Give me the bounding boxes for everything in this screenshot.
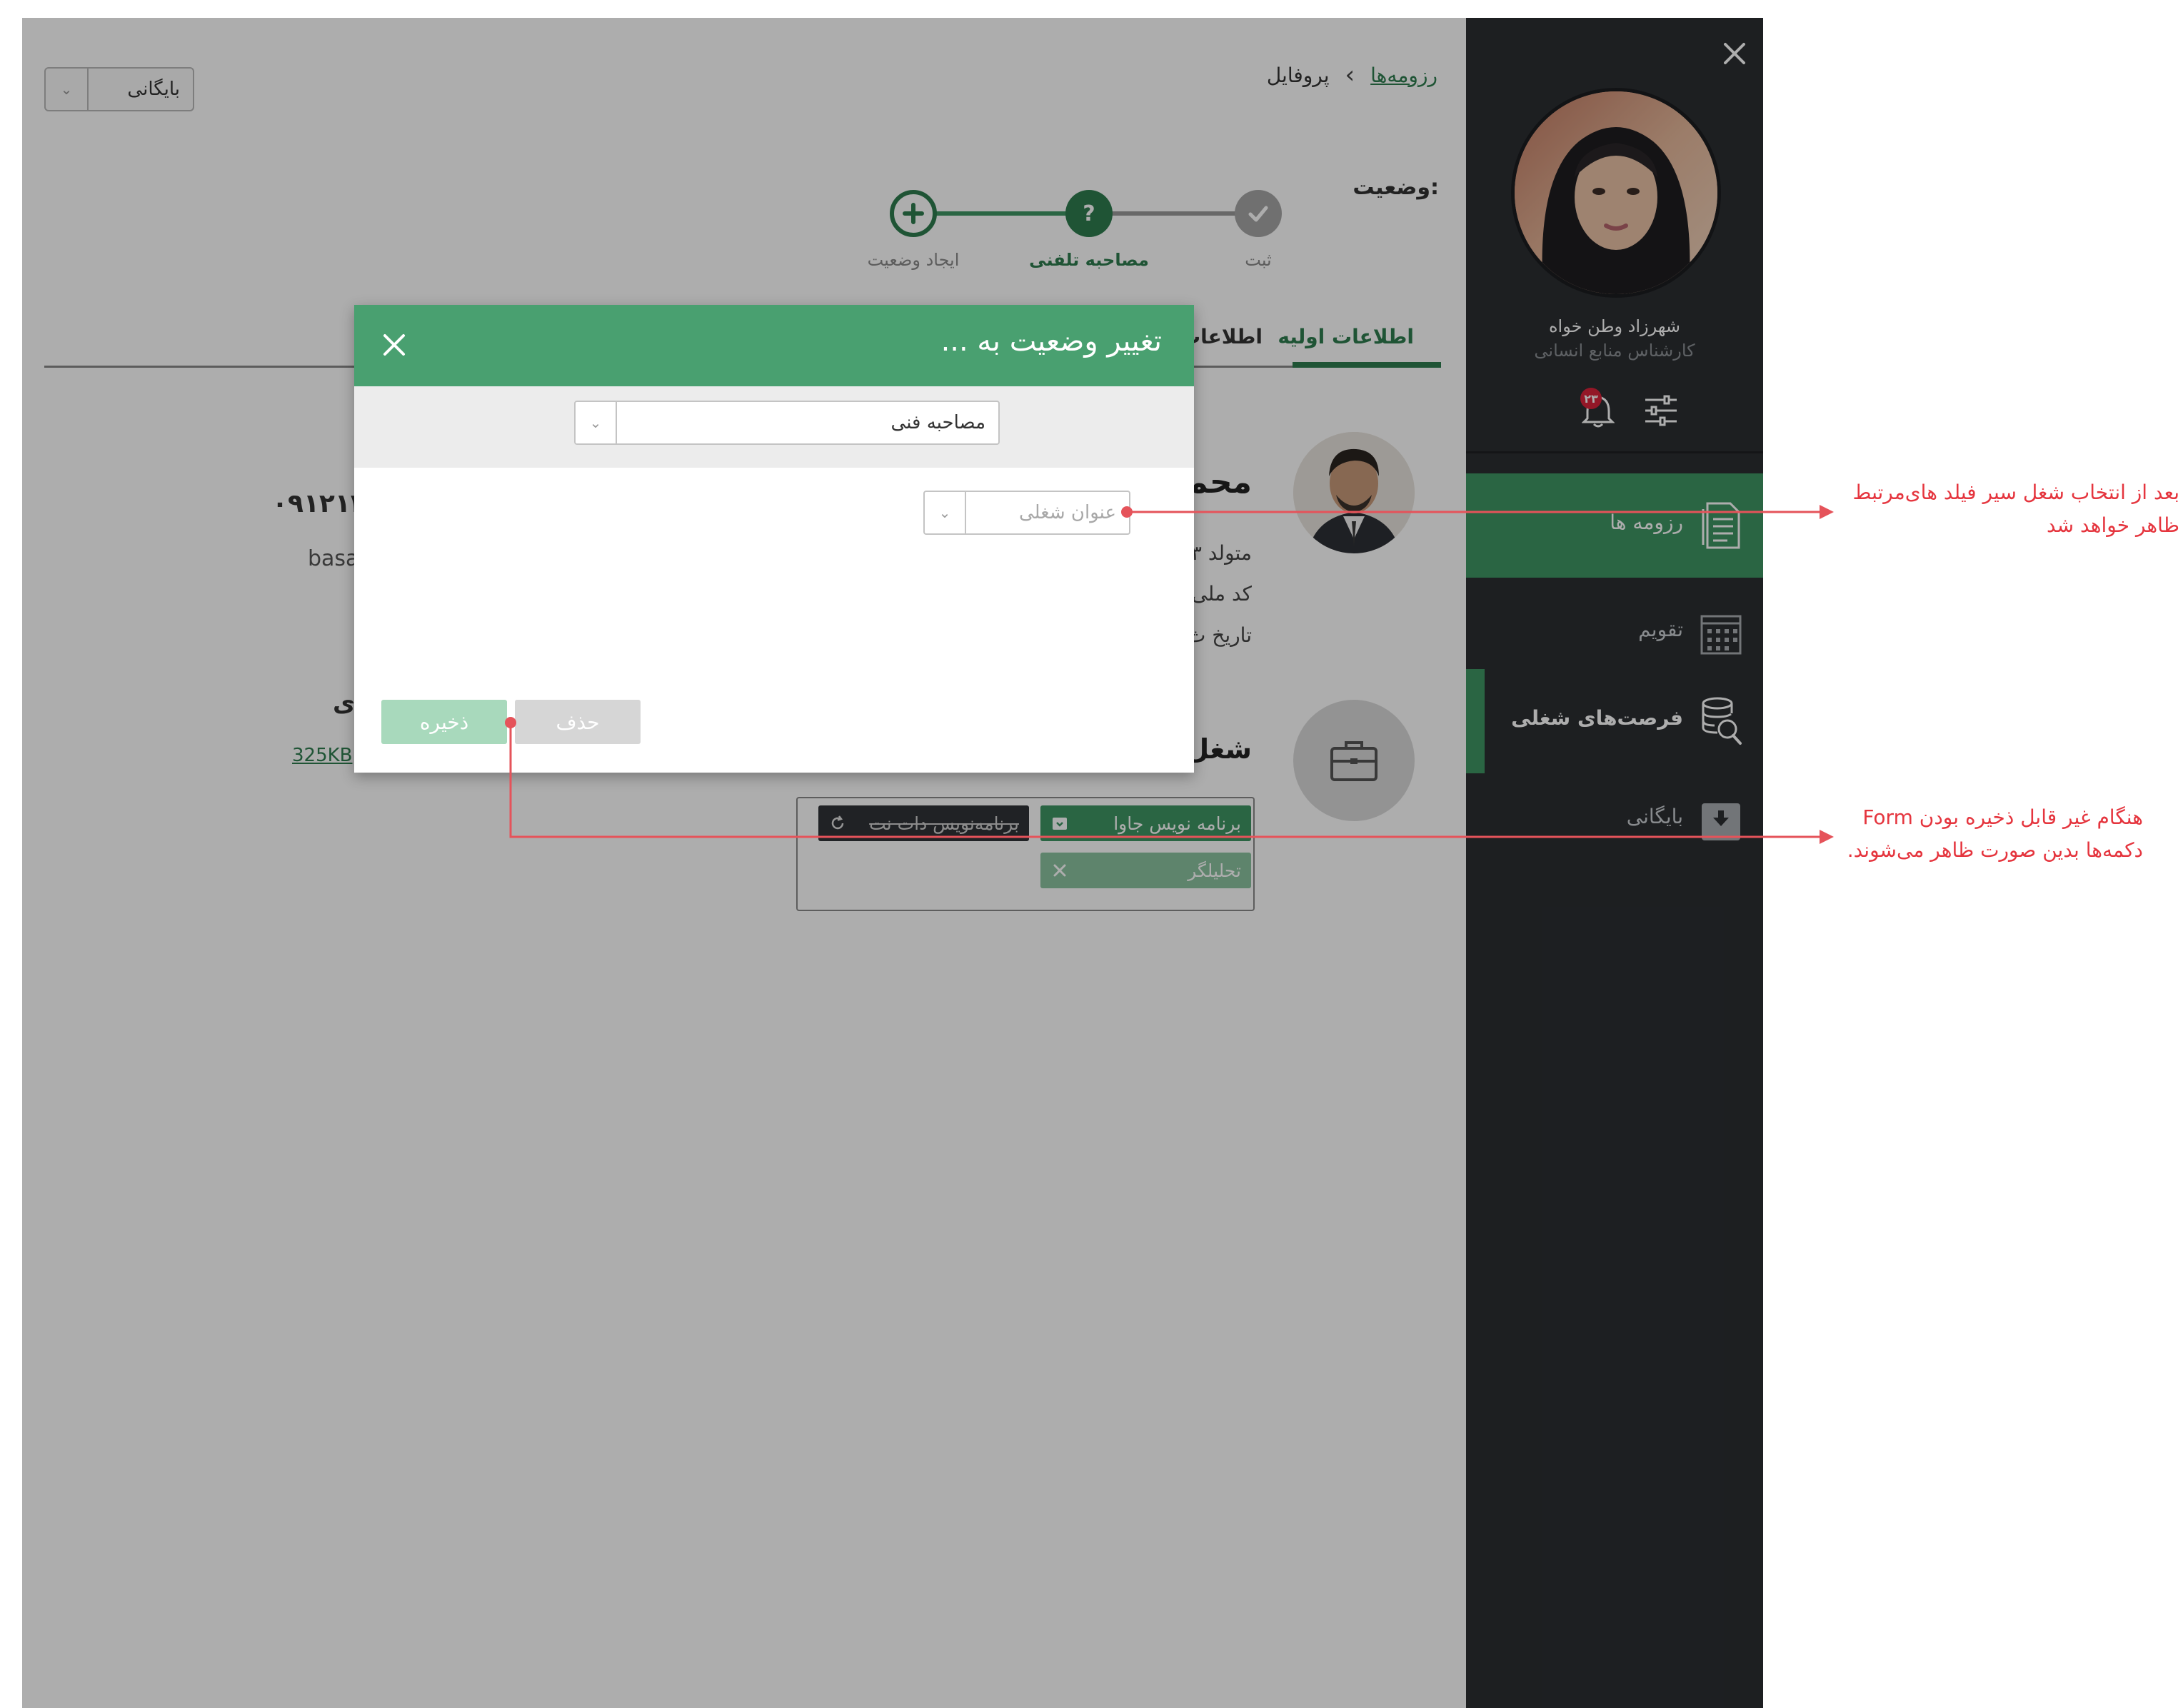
chevron-down-icon: ⌄ [576,402,617,443]
modal-header: تغییر وضعیت به ... [354,305,1194,386]
modal-title: تغییر وضعیت به ... [940,325,1162,358]
job-title-placeholder: عنوان شغلی [1019,502,1116,523]
status-select[interactable]: مصاحبه فنی ⌄ [574,401,1000,445]
annotation-note-buttons: هنگام غیر قابل ذخیره بودن Form دکمه‌ها ب… [1847,801,2143,867]
annotation-note-buttons-line2: دکمه‌ها بدین صورت ظاهر می‌شوند. [1847,838,2143,862]
status-select-value: مصاحبه فنی [890,412,985,433]
app-window: رزومه‌ها ‹ پروفایل بایگانی ⌄ وضعیت: ثبت … [22,18,1763,1708]
annotation-note-fields-line2: ظاهر خواهد شد [2046,513,2179,537]
chevron-down-icon: ⌄ [925,492,966,533]
annotation-note-fields-line1: بعد از انتخاب شغل سیر فیلد های‌مرتبط [1852,481,2179,504]
modal-backdrop[interactable] [22,18,1763,1708]
modal-status-band: مصاحبه فنی ⌄ [354,386,1194,468]
change-status-modal: تغییر وضعیت به ... مصاحبه فنی ⌄ عنوان شغ… [354,305,1194,773]
modal-close-icon[interactable] [381,332,407,358]
delete-button[interactable]: حذف [515,700,641,744]
save-button[interactable]: ذخیره [381,700,507,744]
annotation-note-buttons-line1: هنگام غیر قابل ذخیره بودن Form [1862,805,2143,829]
job-title-select[interactable]: عنوان شغلی ⌄ [923,491,1130,535]
annotation-note-fields: بعد از انتخاب شغل سیر فیلد های‌مرتبط ظاه… [1852,476,2179,542]
